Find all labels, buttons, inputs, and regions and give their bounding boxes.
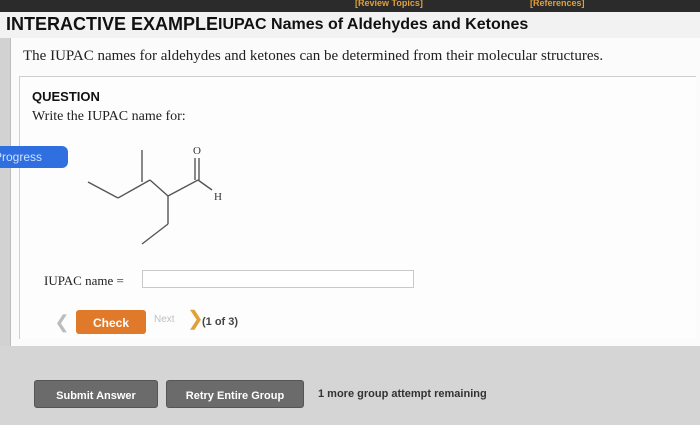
references-link[interactable]: [References]	[530, 0, 585, 8]
attempts-remaining-text: 1 more group attempt remaining	[318, 388, 487, 400]
progress-tab[interactable]: Progress	[0, 146, 68, 168]
header: INTERACTIVE EXAMPLE IUPAC Names of Aldeh…	[0, 12, 700, 38]
intro-text: The IUPAC names for aldehydes and ketone…	[23, 48, 604, 64]
question-heading: QUESTION	[32, 89, 100, 104]
oxygen-label: O	[193, 145, 201, 157]
molecule-structure: O H	[87, 145, 222, 245]
question-counter: (1 of 3)	[202, 316, 239, 328]
top-bar: [Review Topics] [References]	[0, 0, 700, 12]
bond	[149, 179, 169, 197]
bond	[141, 223, 169, 245]
bond-to-hydrogen	[197, 179, 213, 191]
bond	[167, 179, 199, 197]
next-button[interactable]: Next	[154, 314, 175, 325]
progress-tab-label: Progress	[0, 150, 43, 164]
retry-group-button[interactable]: Retry Entire Group	[166, 380, 304, 408]
footer: Submit Answer Retry Entire Group 1 more …	[0, 346, 700, 425]
question-prompt: Write the IUPAC name for:	[32, 109, 186, 124]
bond	[87, 181, 119, 199]
review-topics-link[interactable]: [Review Topics]	[355, 0, 423, 8]
iupac-name-input[interactable]	[142, 270, 414, 288]
hydrogen-label: H	[214, 191, 222, 203]
previous-button[interactable]: ❮	[53, 313, 71, 333]
interactive-example-label: INTERACTIVE EXAMPLE	[6, 14, 219, 34]
page-title: IUPAC Names of Aldehydes and Ketones	[218, 16, 529, 33]
answer-row: IUPAC name =	[44, 270, 414, 290]
check-button[interactable]: Check	[76, 310, 146, 334]
submit-answer-button[interactable]: Submit Answer	[34, 380, 158, 408]
chevron-left-icon: ❮	[54, 312, 70, 332]
answer-label: IUPAC name =	[44, 273, 124, 288]
bond	[117, 179, 151, 199]
